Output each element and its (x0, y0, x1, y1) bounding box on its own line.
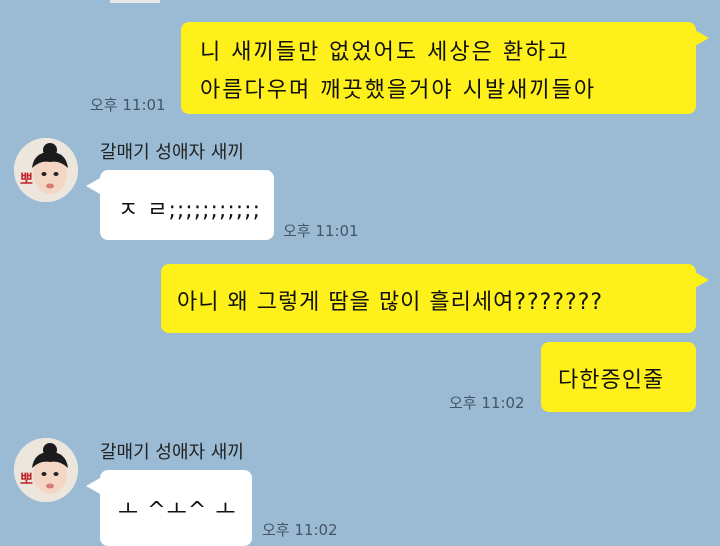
my-message-bubble[interactable]: 니 새끼들만 없었어도 세상은 환하고 아름다우며 깨끗했을거야 시발새끼들아 (181, 22, 696, 114)
my-message-bubble[interactable]: 아니 왜 그렇게 땀을 많이 흘리세여??????? (161, 264, 696, 333)
bubble-tail (695, 272, 709, 288)
svg-text:뽀: 뽀 (20, 472, 33, 488)
message-text: ㅗ ^ㅗ^ ㅗ (118, 498, 237, 523)
message-text: 다한증인줄 (558, 368, 665, 393)
message-time: 오후 11:01 (283, 222, 359, 240)
svg-text:뽀: 뽀 (20, 172, 33, 188)
message-text: 아니 왜 그렇게 땀을 많이 흘리세여??????? (177, 290, 604, 315)
profile-photo-icon[interactable]: 뽀 (14, 138, 78, 202)
my-message-bubble[interactable]: 다한증인줄 (541, 342, 696, 412)
top-divider (110, 0, 160, 3)
message-time: 오후 11:02 (449, 394, 525, 412)
their-message-bubble[interactable]: ㅈ ㄹ;;;;;;;;;;; (100, 170, 274, 240)
message-text-line-2: 아름다우며 깨끗했을거야 시발새끼들아 (200, 78, 597, 103)
message-text: ㅈ ㄹ;;;;;;;;;;; (118, 198, 262, 223)
sender-name: 갈매기 성애자 새끼 (100, 442, 244, 463)
message-time: 오후 11:01 (90, 96, 166, 114)
message-time: 오후 11:02 (262, 521, 338, 539)
their-message-bubble[interactable]: ㅗ ^ㅗ^ ㅗ (100, 470, 252, 546)
bubble-tail (86, 178, 100, 194)
profile-photo-icon[interactable]: 뽀 (14, 438, 78, 502)
bubble-tail (695, 30, 709, 46)
sender-name: 갈매기 성애자 새끼 (100, 142, 244, 163)
message-text-line-1: 니 새끼들만 없었어도 세상은 환하고 (200, 40, 570, 65)
bubble-tail (86, 478, 100, 494)
